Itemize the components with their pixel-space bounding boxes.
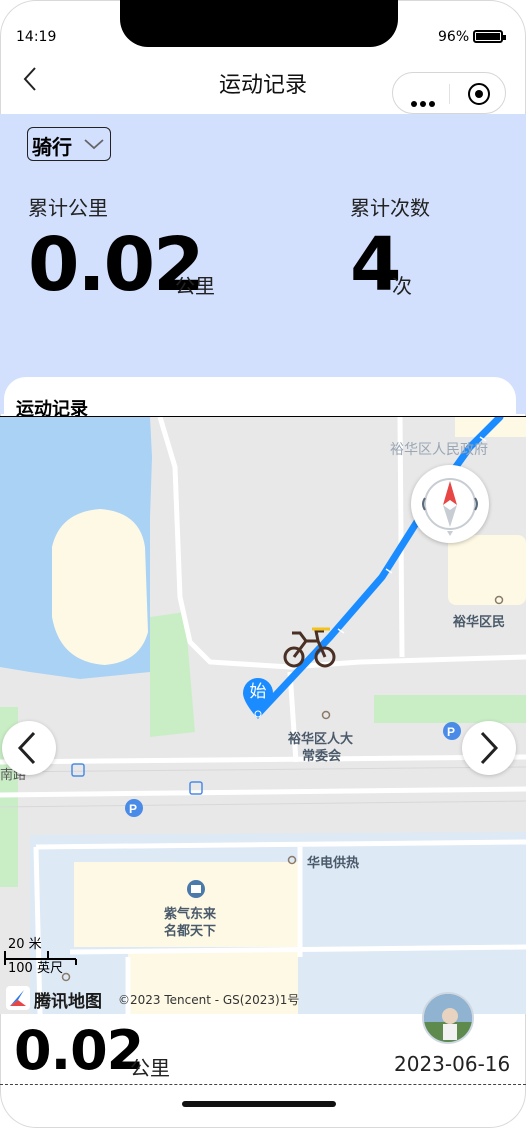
map-label-heat: 华电供热 <box>307 856 360 871</box>
dashed-divider <box>0 1084 526 1085</box>
total-count-label: 累计次数 <box>350 196 430 220</box>
camera-notch <box>120 0 398 47</box>
avatar-image <box>424 994 472 1042</box>
svg-text:P: P <box>447 725 455 739</box>
record-distance-value: 0.02 <box>14 1019 144 1082</box>
status-time: 14:19 <box>16 29 57 45</box>
previous-record-button[interactable] <box>2 721 56 775</box>
svg-text:P: P <box>129 802 137 816</box>
summary-panel: 骑行 累计公里 0.02 公里 累计次数 4 次 <box>0 114 526 414</box>
total-distance-label: 累计公里 <box>28 196 108 220</box>
avatar <box>422 992 474 1044</box>
tencent-map-logo: 腾讯地图 <box>34 992 102 1012</box>
map-label-npc-line2: 常委会 <box>302 749 342 764</box>
chevron-down-icon <box>84 139 104 150</box>
phone-screen: 14:19 96% 运动记录 骑行 累计公里 0.02 公里 累计次数 4 次 … <box>0 0 526 1128</box>
map-scale-imperial: 100 英尺 <box>8 961 63 976</box>
chevron-right-icon <box>480 731 499 765</box>
sport-type-label: 骑行 <box>32 135 72 159</box>
battery-icon <box>473 30 506 43</box>
map-label-gov: 裕华区人民政府 <box>390 442 488 458</box>
total-count-unit: 次 <box>392 274 412 298</box>
compass-icon <box>422 478 478 536</box>
record-date: 2023-06-16 <box>394 1052 511 1076</box>
start-marker-label: 始 <box>249 682 267 702</box>
next-record-button[interactable] <box>462 721 516 775</box>
more-menu-button[interactable] <box>411 92 438 111</box>
chevron-left-icon <box>17 731 36 765</box>
close-miniapp-button[interactable] <box>468 83 490 105</box>
battery-percentage: 96% <box>438 29 470 45</box>
home-indicator[interactable] <box>182 1101 336 1107</box>
sport-type-dropdown[interactable]: 骑行 <box>27 127 111 161</box>
map-copyright: ©2023 Tencent - GS(2023)1号 <box>118 993 300 1007</box>
miniapp-capsule <box>392 72 506 114</box>
compass-button[interactable] <box>411 465 489 543</box>
total-distance-unit: 公里 <box>175 274 215 298</box>
tencent-map-logo-icon <box>6 986 30 1010</box>
route-map[interactable]: P P 裕华区人民政府 裕华区民 裕华区人大 常委会 华电供热 紫气东来 名都天… <box>0 417 526 1014</box>
map-label-gov2: 裕华区民 <box>453 615 506 630</box>
map-label-estate-line2: 名都天下 <box>164 924 217 939</box>
record-distance-unit: 公里 <box>130 1056 170 1080</box>
